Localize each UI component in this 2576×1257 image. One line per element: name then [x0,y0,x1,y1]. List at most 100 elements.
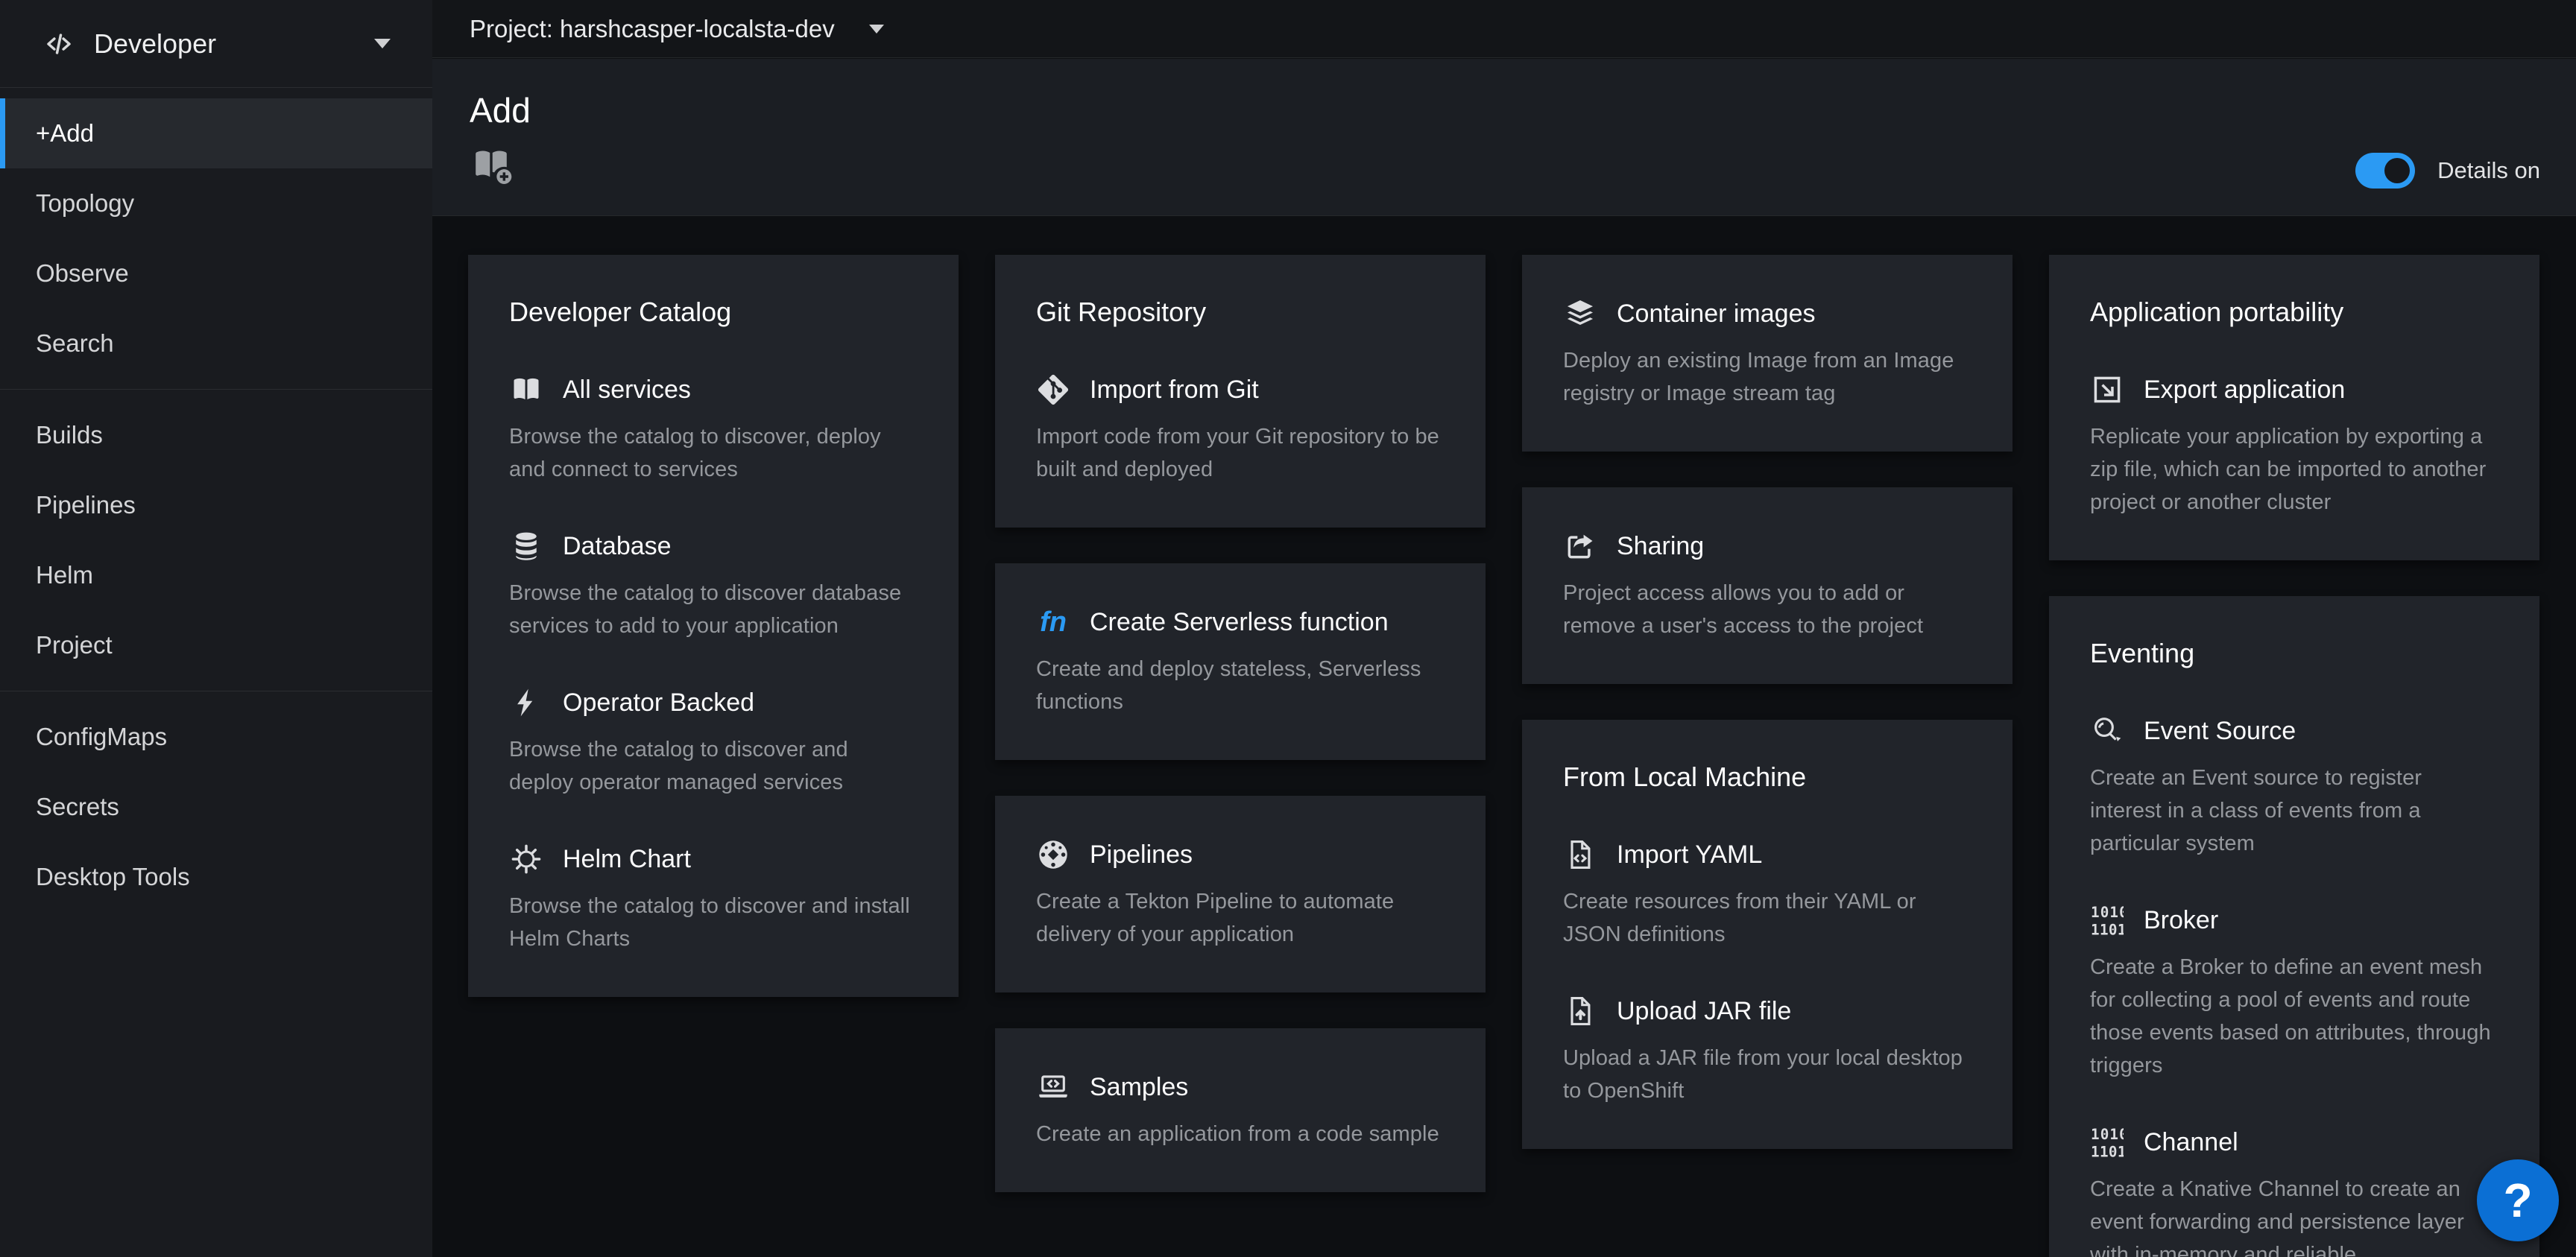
item-description: Create a Broker to define an event mesh … [2090,951,2498,1082]
add-action-samples[interactable]: Samples Create an application from a code… [1036,1070,1445,1150]
item-description: Create an Event source to register inter… [2090,762,2498,860]
item-description: Replicate your application by exporting … [2090,420,2498,519]
item-label: Database [563,531,672,562]
card-git-repository: Git Repository Import from Git Import code… [995,255,1486,528]
item-label: Operator Backed [563,687,754,718]
item-label: Channel [2144,1127,2238,1158]
chevron-down-icon [374,39,391,48]
bolt-icon [509,686,543,720]
sidebar-item-pipelines[interactable]: Pipelines [0,470,432,540]
item-description: Browse the catalog to discover and deplo… [509,733,918,799]
add-action-import-from-git[interactable]: Import from Git Import code from your Git… [1036,373,1445,486]
item-head: Database [509,529,918,563]
add-action-upload-jar-file[interactable]: Upload JAR fileUpload a JAR file from yo… [1563,994,1972,1107]
svg-text:1010: 1010 [2091,904,2124,921]
sidebar-section: BuildsPipelinesHelmProject [0,389,432,691]
project-switcher[interactable]: Project: harshcasper-localsta-dev [470,15,884,43]
code-icon [43,28,75,60]
add-action-database[interactable]: Database Browse the catalog to discover d… [509,529,918,642]
card-title: Git Repository [1036,295,1445,329]
item-label: Upload JAR file [1617,995,1791,1027]
item-description: Browse the catalog to discover and insta… [509,890,918,955]
card-create-serverless-function: fnCreate Serverless functionCreate and d… [995,563,1486,760]
card-sharing: Sharing Project access allows you to add … [1522,487,2012,684]
sidebar-item-project[interactable]: Project [0,610,432,680]
item-label: Export application [2144,374,2345,405]
add-action-create-serverless-function[interactable]: fnCreate Serverless functionCreate and d… [1036,605,1445,718]
add-action-container-images[interactable]: Container imagesDeploy an existing Image… [1563,297,1972,410]
item-label: Import YAML [1617,839,1762,870]
item-head: Operator Backed [509,686,918,720]
add-action-sharing[interactable]: Sharing Project access allows you to add … [1563,529,1972,642]
item-label: Samples [1090,1071,1188,1103]
svg-text:1101: 1101 [2091,1143,2124,1159]
sidebar-section: +AddTopologyObserveSearch [0,88,432,389]
card-title: Developer Catalog [509,295,918,329]
item-description: Create and deploy stateless, Serverless … [1036,653,1445,718]
sidebar-item-add[interactable]: +Add [0,98,432,168]
add-action-pipelines[interactable]: PipelinesCreate a Tekton Pipeline to aut… [1036,838,1445,951]
page-header: Add Details on [432,59,2576,216]
sidebar-item-search[interactable]: Search [0,308,432,379]
item-label: Helm Chart [563,843,691,875]
card-column-1: Developer CatalogAll servicesBrowse the … [468,255,959,997]
item-head: Event Source [2090,714,2498,748]
add-action-channel[interactable]: 10101101ChannelCreate a Knative Channel … [2090,1125,2498,1257]
sidebar: Developer +AddTopologyObserveSearchBuild… [0,0,432,1257]
item-head: Helm Chart [509,842,918,876]
toggle-knob [2384,158,2410,183]
share-icon [1563,529,1597,563]
add-action-all-services[interactable]: All servicesBrowse the catalog to discov… [509,373,918,486]
add-action-export-application[interactable]: Export application Replicate your applica… [2090,373,2498,519]
pipelines-icon [1036,838,1070,872]
add-action-operator-backed[interactable]: Operator Backed Browse the catalog to dis… [509,686,918,799]
item-head: Export application [2090,373,2498,407]
item-head: All services [509,373,918,407]
item-label: Sharing [1617,531,1704,562]
book-plus-icon[interactable] [470,145,513,184]
sidebar-item-builds[interactable]: Builds [0,400,432,470]
open-book-icon [509,373,543,407]
item-head: Samples [1036,1070,1445,1104]
sidebar-item-secrets[interactable]: Secrets [0,772,432,842]
item-description: Project access allows you to add or remo… [1563,577,1972,642]
card-column-2: Git Repository Import from Git Import code… [995,255,1486,1192]
card-title: Eventing [2090,636,2498,671]
item-head: Import YAML [1563,838,1972,872]
item-label: Pipelines [1090,839,1193,870]
add-action-broker[interactable]: 10101101 Broker Create a Broker to define … [2090,903,2498,1082]
item-description: Create a Knative Channel to create an ev… [2090,1173,2498,1257]
sidebar-item-observe[interactable]: Observe [0,238,432,308]
card-eventing: Eventing Event Source Create an Event sour… [2049,596,2539,1257]
perspective-switcher[interactable]: Developer [0,0,432,88]
add-action-import-yaml[interactable]: Import YAML Create resources from their Y… [1563,838,1972,951]
item-head: Import from Git [1036,373,1445,407]
add-action-event-source[interactable]: Event Source Create an Event source to re… [2090,714,2498,860]
card-column-4: Application portabilityExport applicatio… [2049,255,2539,1257]
sidebar-item-helm[interactable]: Helm [0,540,432,610]
add-action-helm-chart[interactable]: Helm Chart Browse the catalog to discover… [509,842,918,955]
fn-icon: fn [1036,605,1070,639]
item-label: Broker [2144,905,2218,936]
card-developer-catalog: Developer CatalogAll servicesBrowse the … [468,255,959,997]
git-icon [1036,373,1070,407]
export-icon [2090,373,2124,407]
event-source-icon [2090,714,2124,748]
details-toggle[interactable] [2355,153,2415,189]
details-toggle-label: Details on [2437,157,2540,184]
item-description: Browse the catalog to discover database … [509,577,918,642]
help-button[interactable]: ? [2477,1159,2559,1241]
sidebar-item-topology[interactable]: Topology [0,168,432,238]
cards-area: Developer CatalogAll servicesBrowse the … [432,217,2576,1257]
item-description: Create resources from their YAML or JSON… [1563,885,1972,951]
layers-icon [1563,297,1597,331]
item-head: Pipelines [1036,838,1445,872]
card-pipelines: PipelinesCreate a Tekton Pipeline to aut… [995,796,1486,992]
sidebar-item-configmaps[interactable]: ConfigMaps [0,702,432,772]
sidebar-item-desktop-tools[interactable]: Desktop Tools [0,842,432,912]
item-description: Create an application from a code sample [1036,1118,1445,1150]
file-upload-icon [1563,994,1597,1028]
item-description: Import code from your Git repository to … [1036,420,1445,486]
item-description: Deploy an existing Image from an Image r… [1563,344,1972,410]
svg-text:1101: 1101 [2091,921,2124,937]
